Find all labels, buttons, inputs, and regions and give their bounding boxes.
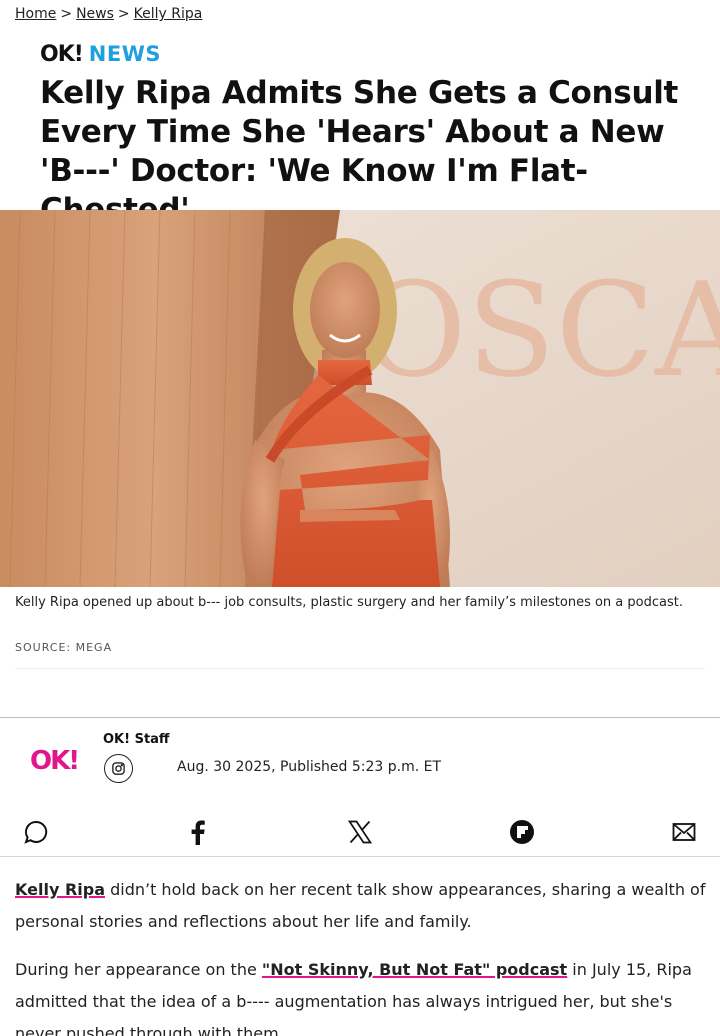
breadcrumb-separator: > <box>117 6 130 22</box>
comment-icon[interactable] <box>22 818 50 846</box>
backdrop-text: OSCA <box>360 254 720 406</box>
paragraph-text: didn’t hold back on her recent talk show… <box>15 880 706 931</box>
email-icon[interactable] <box>670 818 698 846</box>
publish-date: Aug. 30 2025, Published 5:23 p.m. ET <box>177 759 442 775</box>
divider <box>15 668 705 669</box>
breadcrumb-separator: > <box>60 6 73 22</box>
article-headline: Kelly Ripa Admits She Gets a Consult Eve… <box>40 75 679 228</box>
flipboard-icon[interactable] <box>508 818 536 846</box>
instagram-icon[interactable] <box>104 754 133 783</box>
hero-image: OSCA <box>0 210 720 587</box>
author-logo-text: OK! <box>30 746 78 774</box>
ok-logo: OK! <box>40 42 84 67</box>
ok-logo-icon: OK! <box>30 746 80 776</box>
article-paragraph: Kelly Ripa didn’t hold back on her recen… <box>15 874 710 938</box>
ok-news-brand[interactable]: OK! NEWS <box>40 42 161 67</box>
author-avatar[interactable]: OK! <box>30 744 80 779</box>
author-name[interactable]: OK! Staff <box>103 732 169 747</box>
article-body: Kelly Ripa didn’t hold back on her recen… <box>15 874 710 1036</box>
breadcrumb-news-link[interactable]: News <box>76 6 114 22</box>
podcast-link[interactable]: "Not Skinny, But Not Fat" podcast <box>262 960 567 979</box>
divider <box>0 856 720 857</box>
paragraph-text: During her appearance on the <box>15 960 262 979</box>
share-bar <box>0 812 720 856</box>
breadcrumb-home-link[interactable]: Home <box>15 6 56 22</box>
news-label: NEWS <box>88 42 162 66</box>
facebook-icon[interactable] <box>184 818 212 846</box>
x-icon[interactable] <box>346 818 374 846</box>
kelly-ripa-link[interactable]: Kelly Ripa <box>15 880 105 899</box>
divider <box>0 717 720 718</box>
article-paragraph: During her appearance on the "Not Skinny… <box>15 954 710 1036</box>
breadcrumb-kelly-ripa-link[interactable]: Kelly Ripa <box>134 6 203 22</box>
image-caption: Kelly Ripa opened up about b--- job cons… <box>15 595 683 610</box>
breadcrumb: Home > News > Kelly Ripa <box>15 6 202 22</box>
image-source: SOURCE: MEGA <box>15 641 113 654</box>
hero-photo: OSCA <box>0 210 720 587</box>
